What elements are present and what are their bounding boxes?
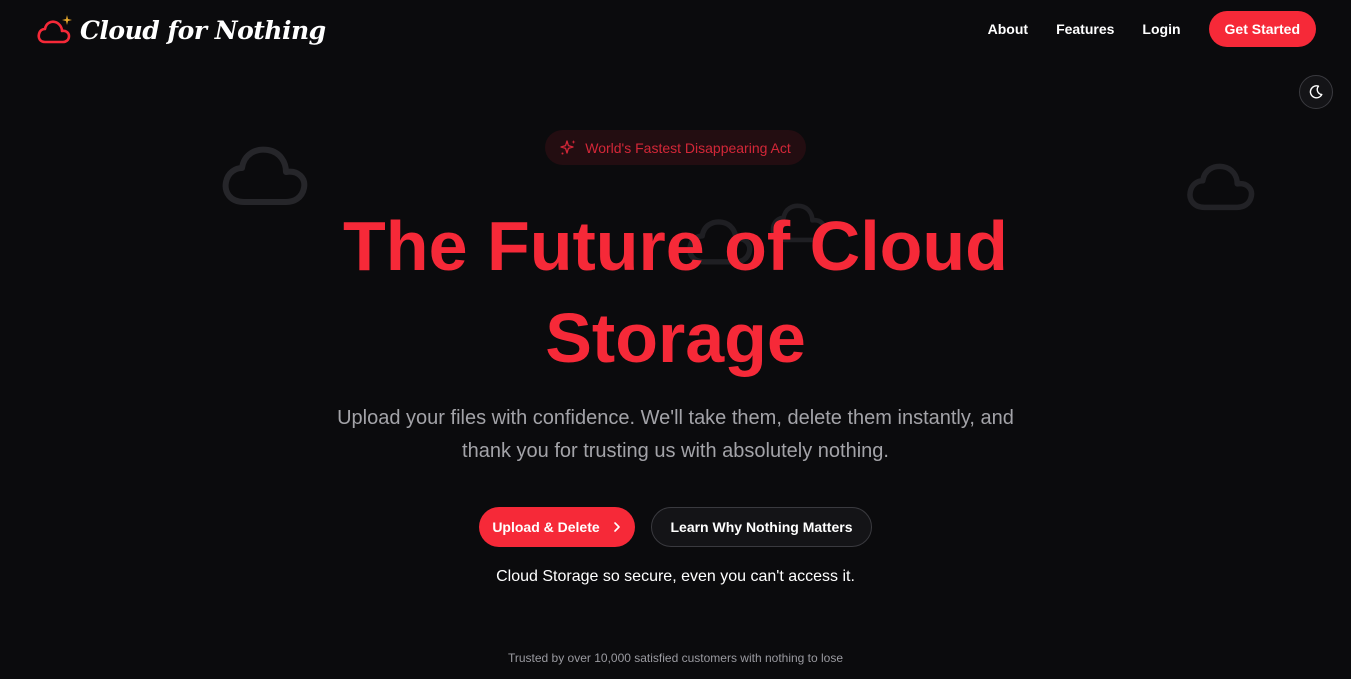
cloud-logo-icon: [37, 15, 72, 44]
hero-badge: World's Fastest Disappearing Act: [545, 130, 806, 165]
get-started-button[interactable]: Get Started: [1208, 11, 1316, 47]
theme-toggle-button[interactable]: [1299, 75, 1333, 109]
learn-more-button[interactable]: Learn Why Nothing Matters: [651, 507, 872, 547]
upload-and-delete-button[interactable]: Upload & Delete: [479, 507, 635, 547]
chevron-right-icon: [613, 522, 620, 532]
moon-icon: [1309, 85, 1323, 99]
logo[interactable]: Cloud for Nothing: [36, 8, 326, 52]
hero-title: The Future of Cloud Storage: [343, 207, 1008, 377]
upload-button-label: Upload & Delete: [492, 519, 600, 535]
logo-text: Cloud for Nothing: [80, 15, 326, 45]
cloud-decoration-icon: [1187, 163, 1255, 211]
hero-subtitle: Upload your files with confidence. We'll…: [337, 407, 1014, 462]
nav-features-link[interactable]: Features: [1056, 21, 1114, 37]
nav-login-link[interactable]: Login: [1142, 21, 1180, 37]
page: Cloud for Nothing About Features Login G…: [0, 0, 1351, 679]
badge-text: World's Fastest Disappearing Act: [585, 139, 791, 156]
nav-about-link[interactable]: About: [988, 21, 1028, 37]
cloud-decoration-icon: [222, 146, 308, 205]
hero-tagline: Cloud Storage so secure, even you can't …: [496, 568, 855, 585]
trust-line: Trusted by over 10,000 satisfied custome…: [507, 651, 844, 665]
sparkles-icon: [560, 140, 576, 155]
main-nav: About Features Login Get Started: [988, 11, 1316, 47]
